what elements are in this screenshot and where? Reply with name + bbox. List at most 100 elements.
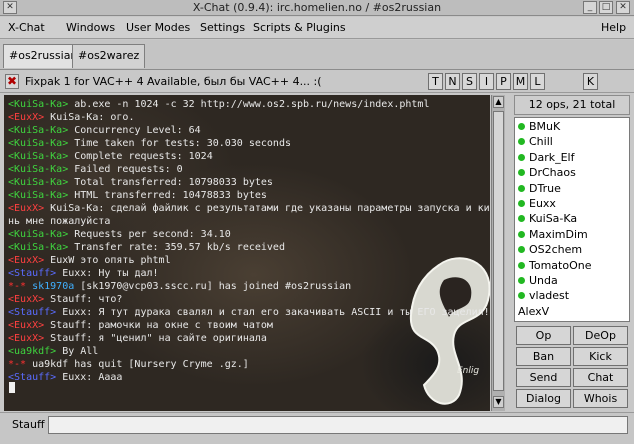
menu-user-modes[interactable]: User Modes — [126, 21, 190, 34]
chat-nick[interactable]: EuxX — [14, 112, 38, 123]
user-list-item[interactable]: BMuK — [518, 120, 560, 133]
scroll-thumb[interactable] — [493, 111, 504, 391]
user-nick: DTrue — [529, 181, 561, 195]
mode-button-k[interactable]: K — [583, 73, 598, 90]
mode-button-i[interactable]: I — [479, 73, 494, 90]
chat-nick[interactable]: ua9kdf — [14, 346, 50, 357]
chat-line: <KuiSa-Ka> Time taken for tests: 30.030 … — [8, 138, 291, 149]
event-marker: *-* — [8, 359, 27, 370]
scroll-up-icon[interactable]: ▲ — [493, 96, 504, 108]
chat-message: ab.exe -n 1024 -c 32 http://www.os2.spb.… — [68, 99, 430, 110]
message-input[interactable] — [48, 416, 628, 434]
user-list-item[interactable]: DrChaos — [518, 166, 576, 179]
user-list-item[interactable]: DTrue — [518, 182, 561, 195]
user-list-item[interactable]: OS2chem — [518, 243, 582, 256]
chat-nick[interactable]: EuxX — [14, 255, 38, 266]
user-list-item[interactable]: Dark_Elf — [518, 151, 574, 164]
op-status-icon — [518, 246, 525, 254]
user-nick: MaximDim — [529, 227, 588, 241]
chat-nick[interactable]: EuxX — [14, 203, 38, 214]
chat-line: <Stauff> Euxx: Я тут дурака свалял и ста… — [8, 307, 490, 318]
user-list-item[interactable]: Chill — [518, 135, 553, 148]
close-icon[interactable]: ✕ — [616, 1, 630, 14]
mode-button-s[interactable]: S — [462, 73, 477, 90]
chat-message: Concurrency Level: 64 — [68, 125, 201, 136]
user-nick: Unda — [529, 274, 558, 287]
mode-button-t[interactable]: T — [428, 73, 443, 90]
nick-label[interactable]: Stauff — [12, 418, 45, 431]
op-status-icon — [518, 215, 525, 223]
channel-tabs: #os2russian #os2warez — [0, 40, 634, 70]
ban-button[interactable]: Ban — [516, 347, 571, 366]
topic-text[interactable]: Fixpak 1 for VAC++ 4 Available, был бы V… — [25, 74, 420, 90]
chat-line: <EuxX> KuiSa-Ka: ого. — [8, 112, 135, 123]
chat-message: Time taken for tests: 30.030 seconds — [68, 138, 291, 149]
chat-message: ua9kdf has quit [Nursery Cryme .gz.] — [26, 359, 249, 370]
mode-button-m[interactable]: M — [513, 73, 528, 90]
user-list-item[interactable]: KuiSa-Ka — [518, 212, 577, 225]
chat-nick[interactable]: KuiSa-Ka — [14, 125, 62, 136]
chat-nick[interactable]: KuiSa-Ka — [14, 138, 62, 149]
chat-nick[interactable]: KuiSa-Ka — [14, 242, 62, 253]
chat-button[interactable]: Chat — [573, 368, 628, 387]
menu-settings[interactable]: Settings — [200, 21, 245, 34]
scroll-down-icon[interactable]: ▼ — [493, 396, 504, 408]
enlightenment-logo-icon: Enlig — [409, 257, 490, 405]
op-button[interactable]: Op — [516, 326, 571, 345]
menu-xchat[interactable]: X-Chat — [8, 21, 45, 34]
user-nick: Dark_Elf — [529, 150, 575, 164]
user-list-item[interactable]: Unda — [518, 274, 558, 287]
user-list[interactable]: BMuK Chill Dark_Elf DrChaos DTrue Euxx KuiSa-K… — [514, 117, 630, 322]
chat-nick[interactable]: EuxX — [14, 320, 38, 331]
close-channel-icon[interactable]: ✖ — [5, 74, 19, 89]
title-bar: ✕ X-Chat (0.9.4): irc.homelien.no / #os2… — [0, 0, 634, 16]
mode-button-l[interactable]: L — [530, 73, 545, 90]
tab-os2warez[interactable]: #os2warez — [72, 44, 146, 68]
kick-button[interactable]: Kick — [573, 347, 628, 366]
user-list-item[interactable]: vladest — [518, 289, 569, 302]
deop-button[interactable]: DeOp — [573, 326, 628, 345]
chat-nick[interactable]: Stauff — [14, 372, 50, 383]
send-button[interactable]: Send — [516, 368, 571, 387]
user-nick: KuiSa-Ka — [529, 212, 578, 226]
chat-scrollbar[interactable]: ▲ ▼ — [491, 95, 505, 411]
op-status-icon — [518, 261, 525, 269]
user-list-item[interactable]: Euxx — [518, 197, 556, 210]
event-marker: *-* — [8, 281, 27, 292]
chat-nick[interactable]: KuiSa-Ka — [14, 229, 62, 240]
menu-help[interactable]: Help — [601, 21, 626, 34]
op-status-icon — [518, 200, 525, 207]
chat-nick[interactable]: sk1970a — [32, 281, 74, 292]
chat-message: Requests per second: 34.10 — [68, 229, 231, 240]
user-list-item[interactable]: MaximDim — [518, 228, 588, 241]
chat-message: Euxx: Аааа — [56, 372, 123, 383]
user-nick: vladest — [529, 289, 570, 303]
whois-button[interactable]: Whois — [573, 389, 628, 408]
chat-nick[interactable]: KuiSa-Ka — [14, 164, 62, 175]
maximize-icon[interactable]: □ — [599, 1, 613, 14]
chat-line: *-* sk1970a [sk1970@vcp03.sscc.ru] has j… — [8, 280, 351, 293]
chat-message: Stauff: рамочки на окне с твоим чатом — [44, 320, 273, 331]
chat-message: EuxW это опять phtml — [44, 255, 171, 266]
menu-windows[interactable]: Windows — [66, 21, 115, 34]
chat-message: Euxx: Я тут дурака свалял и стал его зак… — [56, 307, 490, 318]
dialog-button[interactable]: Dialog — [516, 389, 571, 408]
chat-nick[interactable]: EuxX — [14, 333, 38, 344]
chat-nick[interactable]: KuiSa-Ka — [14, 177, 62, 188]
chat-nick[interactable]: Stauff — [14, 307, 50, 318]
mode-button-n[interactable]: N — [445, 73, 460, 90]
mode-button-p[interactable]: P — [496, 73, 511, 90]
chat-line: <KuiSa-Ka> Complete requests: 1024 — [8, 151, 213, 162]
chat-nick[interactable]: Stauff — [14, 268, 50, 279]
chat-nick[interactable]: EuxX — [14, 294, 38, 305]
user-nick: Chill — [529, 135, 553, 149]
chat-text-area[interactable]: Enlig <KuiSa-Ka> ab.exe -n 1024 -c 32 ht… — [4, 95, 490, 411]
user-nick: AlexV — [518, 304, 550, 318]
minimize-icon[interactable]: _ — [583, 1, 597, 14]
chat-nick[interactable]: KuiSa-Ka — [14, 151, 62, 162]
menu-scripts-plugins[interactable]: Scripts & Plugins — [253, 21, 346, 34]
chat-nick[interactable]: KuiSa-Ka — [14, 99, 62, 110]
user-list-item[interactable]: TomatoOne — [518, 259, 591, 272]
user-list-item[interactable]: AlexV — [518, 305, 549, 318]
chat-nick[interactable]: KuiSa-Ka — [14, 190, 62, 201]
